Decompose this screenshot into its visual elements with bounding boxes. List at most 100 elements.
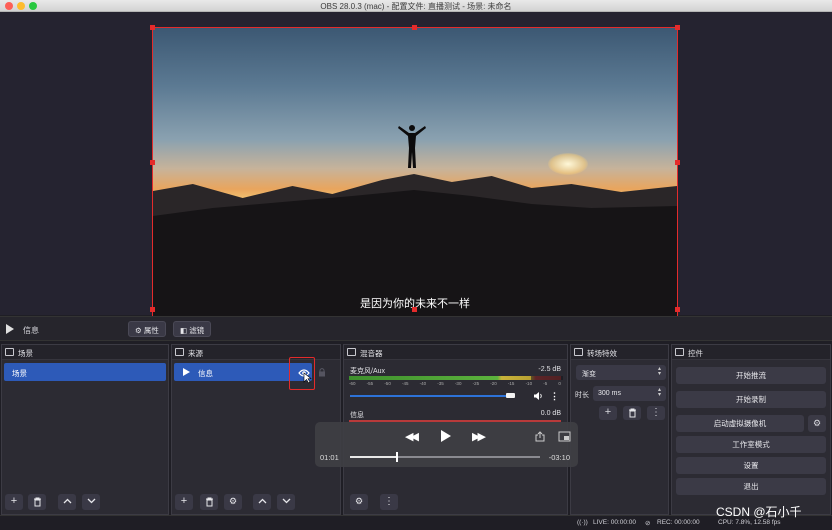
meter-tick-label: -55 <box>366 381 374 386</box>
sources-dock-title: 来源 <box>188 349 203 358</box>
start-virtual-camera-button[interactable]: 启动虚拟摄像机 <box>676 415 804 432</box>
mixer-menu-button[interactable]: ⋮ <box>380 494 398 510</box>
scenes-dock-header: 场景 <box>2 345 168 360</box>
updown-chevron-icon: ▴ ▾ <box>657 387 661 398</box>
meter-tick-label: -40 <box>419 381 427 386</box>
resize-handle-br[interactable] <box>675 307 680 312</box>
exit-button[interactable]: 退出 <box>676 478 826 495</box>
lock-icon[interactable] <box>318 367 326 377</box>
properties-button[interactable]: ⚙ 属性 <box>128 321 166 337</box>
chevron-down-icon <box>87 498 95 504</box>
scene-transitions-dock: 转场特效 渐变 ▴ ▾ 时长 300 ms ▴ ▾ + ⋮ <box>570 344 669 515</box>
window-titlebar: OBS 28.0.3 (mac) - 配置文件: 直播测试 - 场景: 未命名 <box>0 0 832 12</box>
advanced-audio-button[interactable]: ⚙ <box>350 494 368 510</box>
transition-select[interactable]: 渐变 ▴ ▾ <box>576 365 666 380</box>
trash-icon <box>33 497 41 507</box>
transition-menu-button[interactable]: ⋮ <box>647 406 665 420</box>
add-scene-button[interactable]: + <box>5 494 23 510</box>
meter-tick-label: -10 <box>525 381 533 386</box>
scene-list-item[interactable]: 场景 <box>4 363 166 381</box>
volume-meter <box>349 376 563 380</box>
rewind-icon[interactable]: ◀◀ <box>405 430 419 443</box>
resize-handle-b[interactable] <box>412 307 417 312</box>
filters-button[interactable]: ◧ 滤镜 <box>173 321 212 337</box>
start-streaming-button[interactable]: 开始推流 <box>676 367 826 384</box>
speaker-icon[interactable] <box>533 391 544 401</box>
playback-progress-fill <box>350 456 396 458</box>
duration-value: 300 ms <box>598 390 621 397</box>
elapsed-time: 01:01 <box>320 453 339 462</box>
volume-slider-knob[interactable] <box>505 393 515 398</box>
meter-tick-label: -30 <box>454 381 462 386</box>
controls-dock-header: 控件 <box>672 345 830 360</box>
gear-icon: ⚙ <box>135 326 142 335</box>
remove-transition-button[interactable] <box>623 406 641 420</box>
dock-window-icon <box>574 348 583 356</box>
resize-handle-bl[interactable] <box>150 307 155 312</box>
playhead[interactable] <box>395 452 398 462</box>
gears-icon: ⚙ <box>354 496 364 506</box>
move-scene-down-button[interactable] <box>82 494 100 510</box>
share-icon[interactable] <box>535 431 545 442</box>
cpu-fps: CPU: 7.8%, 12.58 fps <box>718 519 781 526</box>
mixer-dock-title: 混音器 <box>360 349 383 358</box>
virtual-camera-settings-button[interactable]: ⚙ <box>808 415 826 432</box>
person-silhouette <box>398 125 426 168</box>
start-recording-button[interactable]: 开始录制 <box>676 391 826 408</box>
window-title: OBS 28.0.3 (mac) - 配置文件: 直播测试 - 场景: 未命名 <box>320 2 512 11</box>
playback-progress-bar[interactable] <box>350 452 540 462</box>
meter-tick-label: 0 <box>558 381 561 386</box>
preview-area: 是因为你的未来不一样 <box>0 12 832 322</box>
meter-tick-label: -25 <box>472 381 480 386</box>
fast-forward-icon[interactable]: ▶▶ <box>472 430 486 443</box>
media-source-icon <box>183 368 190 376</box>
move-source-down-button[interactable] <box>277 494 295 510</box>
transition-select-value: 渐变 <box>582 371 596 378</box>
studio-mode-button[interactable]: 工作室模式 <box>676 436 826 453</box>
filters-label: 滤镜 <box>189 326 205 335</box>
mixer-channel-name: 信息 <box>350 412 364 419</box>
gear-icon: ⚙ <box>812 418 822 428</box>
context-source-name: 信息 <box>23 326 39 335</box>
source-properties-button[interactable]: ⚙ <box>224 494 242 510</box>
rec-timer: REC: 00:00:00 <box>657 519 700 526</box>
volume-meter-ticks: -60 -55 -50 -45 -40 -35 -30 -25 -20 -15 -10 -5 0 <box>349 381 561 387</box>
transitions-dock-title: 转场特效 <box>587 349 617 358</box>
trash-icon <box>628 408 636 418</box>
play-icon[interactable] <box>440 429 452 443</box>
csdn-watermark: CSDN @石小千 <box>716 505 802 519</box>
transitions-dock-header: 转场特效 <box>571 345 668 360</box>
picture-in-picture-icon[interactable] <box>558 431 571 442</box>
resize-handle-tr[interactable] <box>675 25 680 30</box>
media-source-icon <box>6 324 14 334</box>
dock-window-icon <box>675 348 684 356</box>
resize-handle-t[interactable] <box>412 25 417 30</box>
mouse-cursor-icon <box>303 372 312 384</box>
remove-scene-button[interactable] <box>28 494 46 510</box>
updown-chevron-icon: ▴ ▾ <box>657 366 661 377</box>
duration-label: 时长 <box>575 392 589 399</box>
controls-dock-title: 控件 <box>688 349 703 358</box>
mixer-dock-header: 混音器 <box>344 345 567 360</box>
dock-window-icon <box>175 348 184 356</box>
dock-window-icon <box>5 348 14 356</box>
add-source-button[interactable]: + <box>175 494 193 510</box>
source-context-bar: 信息 ⚙ 属性 ◧ 滤镜 <box>0 316 832 341</box>
add-transition-button[interactable]: + <box>599 406 617 420</box>
settings-button[interactable]: 设置 <box>676 457 826 474</box>
resize-handle-l[interactable] <box>150 160 155 165</box>
move-source-up-button[interactable] <box>253 494 271 510</box>
duration-spinbox[interactable]: 300 ms ▴ ▾ <box>593 386 666 401</box>
mixer-channel-db: 0.0 dB <box>540 410 561 417</box>
remaining-time: -03:10 <box>548 453 570 462</box>
mixer-channel-menu-icon[interactable]: ⋮ <box>550 391 559 402</box>
move-scene-up-button[interactable] <box>58 494 76 510</box>
chevron-down-icon <box>282 498 290 504</box>
resize-handle-r[interactable] <box>675 160 680 165</box>
remove-source-button[interactable] <box>200 494 218 510</box>
dock-window-icon <box>347 348 356 356</box>
meter-tick-label: -15 <box>507 381 515 386</box>
volume-slider[interactable] <box>350 395 514 397</box>
resize-handle-tl[interactable] <box>150 25 155 30</box>
preview-canvas[interactable]: 是因为你的未来不一样 <box>152 27 678 322</box>
